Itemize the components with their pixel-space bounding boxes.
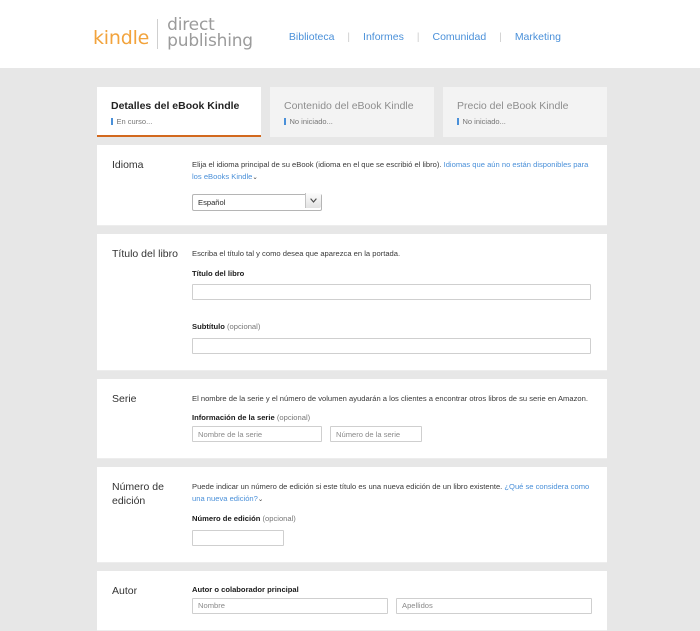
tab-status: No iniciado... — [284, 117, 434, 126]
page-content: Detalles del eBook Kindle En curso... Co… — [0, 68, 700, 631]
edicion-field-label: Número de edición (opcional) — [192, 514, 593, 523]
edicion-optional-text: (opcional) — [262, 514, 296, 524]
serie-inputs-row — [192, 426, 593, 443]
serie-optional-text: (opcional) — [276, 413, 311, 423]
content-wrapper: Detalles del eBook Kindle En curso... Co… — [97, 87, 607, 631]
section-body-serie: El nombre de la serie y el número de vol… — [192, 379, 607, 459]
nav-link-comunidad[interactable]: Comunidad — [420, 31, 500, 43]
wizard-tabs: Detalles del eBook Kindle En curso... Co… — [97, 87, 607, 137]
book-subtitle-input[interactable] — [192, 337, 591, 354]
section-autor: Autor Autor o colaborador principal — [97, 570, 607, 631]
serie-field-label: Información de la serie (opcional) — [192, 413, 593, 422]
section-body-edicion: Puede indicar un número de edición si es… — [192, 467, 607, 561]
titulo-field-label: Título del libro — [192, 268, 245, 278]
serie-description: El nombre de la serie y el número de vol… — [192, 393, 588, 403]
section-label-autor: Autor — [112, 584, 138, 597]
logo-kindle-text: kindle — [93, 26, 150, 49]
section-body-idioma: Elija el idioma principal de su eBook (i… — [192, 145, 607, 225]
section-label-titulo: Título del libro — [112, 247, 178, 260]
status-bar-icon — [284, 118, 286, 125]
tab-status-label: No iniciado... — [289, 117, 333, 126]
tab-title: Contenido del eBook Kindle — [284, 100, 414, 112]
status-bar-icon — [111, 118, 113, 125]
main-navigation: Biblioteca | Informes | Comunidad | Mark… — [276, 31, 574, 43]
section-label-serie: Serie — [112, 392, 137, 405]
chevron-down-icon: ⌄ — [257, 496, 264, 504]
idioma-description: Elija el idioma principal de su eBook (i… — [192, 159, 592, 183]
edicion-description-text: Puede indicar un número de edición si es… — [192, 482, 503, 492]
series-name-input[interactable] — [192, 426, 322, 443]
kdp-logo[interactable]: kindle direct publishing — [93, 17, 253, 51]
tab-contenido-ebook-kindle[interactable]: Contenido del eBook Kindle No iniciado..… — [270, 87, 434, 137]
tab-status-label: En curso... — [116, 117, 153, 126]
author-first-name-input[interactable] — [192, 597, 388, 614]
edicion-description: Puede indicar un número de edición si es… — [192, 481, 592, 505]
section-titulo-del-libro: Título del libro Escriba el título tal y… — [97, 233, 607, 371]
nav-link-informes[interactable]: Informes — [350, 31, 417, 43]
autor-inputs-row — [192, 597, 593, 614]
edition-number-input[interactable] — [192, 529, 284, 546]
subtitulo-optional-text: (opcional) — [227, 322, 261, 332]
chevron-down-icon: ⌄ — [252, 173, 258, 181]
tab-detalles-ebook-kindle[interactable]: Detalles del eBook Kindle En curso... — [97, 87, 261, 137]
author-last-name-input[interactable] — [396, 597, 592, 614]
tab-status-label: No iniciado... — [462, 117, 506, 126]
idioma-select[interactable]: Español — [192, 193, 322, 211]
site-header: kindle direct publishing Biblioteca | In… — [0, 0, 700, 68]
idioma-select-wrapper[interactable]: Español — [192, 192, 322, 211]
series-number-input[interactable] — [330, 426, 422, 443]
tab-title: Precio del eBook Kindle — [457, 100, 569, 112]
book-title-input[interactable] — [192, 284, 591, 301]
edicion-label-text: Número de edición — [192, 514, 261, 524]
tab-title: Detalles del eBook Kindle — [111, 100, 240, 112]
section-serie: Serie El nombre de la serie y el número … — [97, 378, 607, 460]
subtitulo-label-text: Subtítulo — [192, 322, 225, 332]
tab-status: En curso... — [111, 117, 261, 126]
idioma-description-text: Elija el idioma principal de su eBook (i… — [192, 160, 442, 169]
titulo-description: Escriba el título tal y como desea que a… — [192, 248, 401, 258]
logo-direct-publishing-text: direct publishing — [158, 17, 253, 51]
nav-link-marketing[interactable]: Marketing — [502, 31, 574, 43]
tab-status: No iniciado... — [457, 117, 607, 126]
section-body-titulo: Escriba el título tal y como desea que a… — [192, 234, 607, 370]
serie-label-text: Información de la serie — [192, 413, 275, 423]
nav-link-biblioteca[interactable]: Biblioteca — [276, 31, 348, 43]
section-numero-de-edicion: Número de edición Puede indicar un númer… — [97, 467, 607, 563]
status-bar-icon — [457, 118, 459, 125]
section-idioma: Idioma Elija el idioma principal de su e… — [97, 145, 607, 226]
section-body-autor: Autor o colaborador principal — [192, 571, 607, 630]
section-label-edicion: Número de edición — [112, 481, 164, 508]
tab-precio-ebook-kindle[interactable]: Precio del eBook Kindle No iniciado... — [443, 87, 607, 137]
autor-field-label: Autor o colaborador principal — [192, 584, 299, 594]
section-label-idioma: Idioma — [112, 159, 144, 171]
subtitulo-field-label: Subtítulo (opcional) — [192, 322, 593, 331]
logo-line-publishing: publishing — [167, 31, 253, 51]
